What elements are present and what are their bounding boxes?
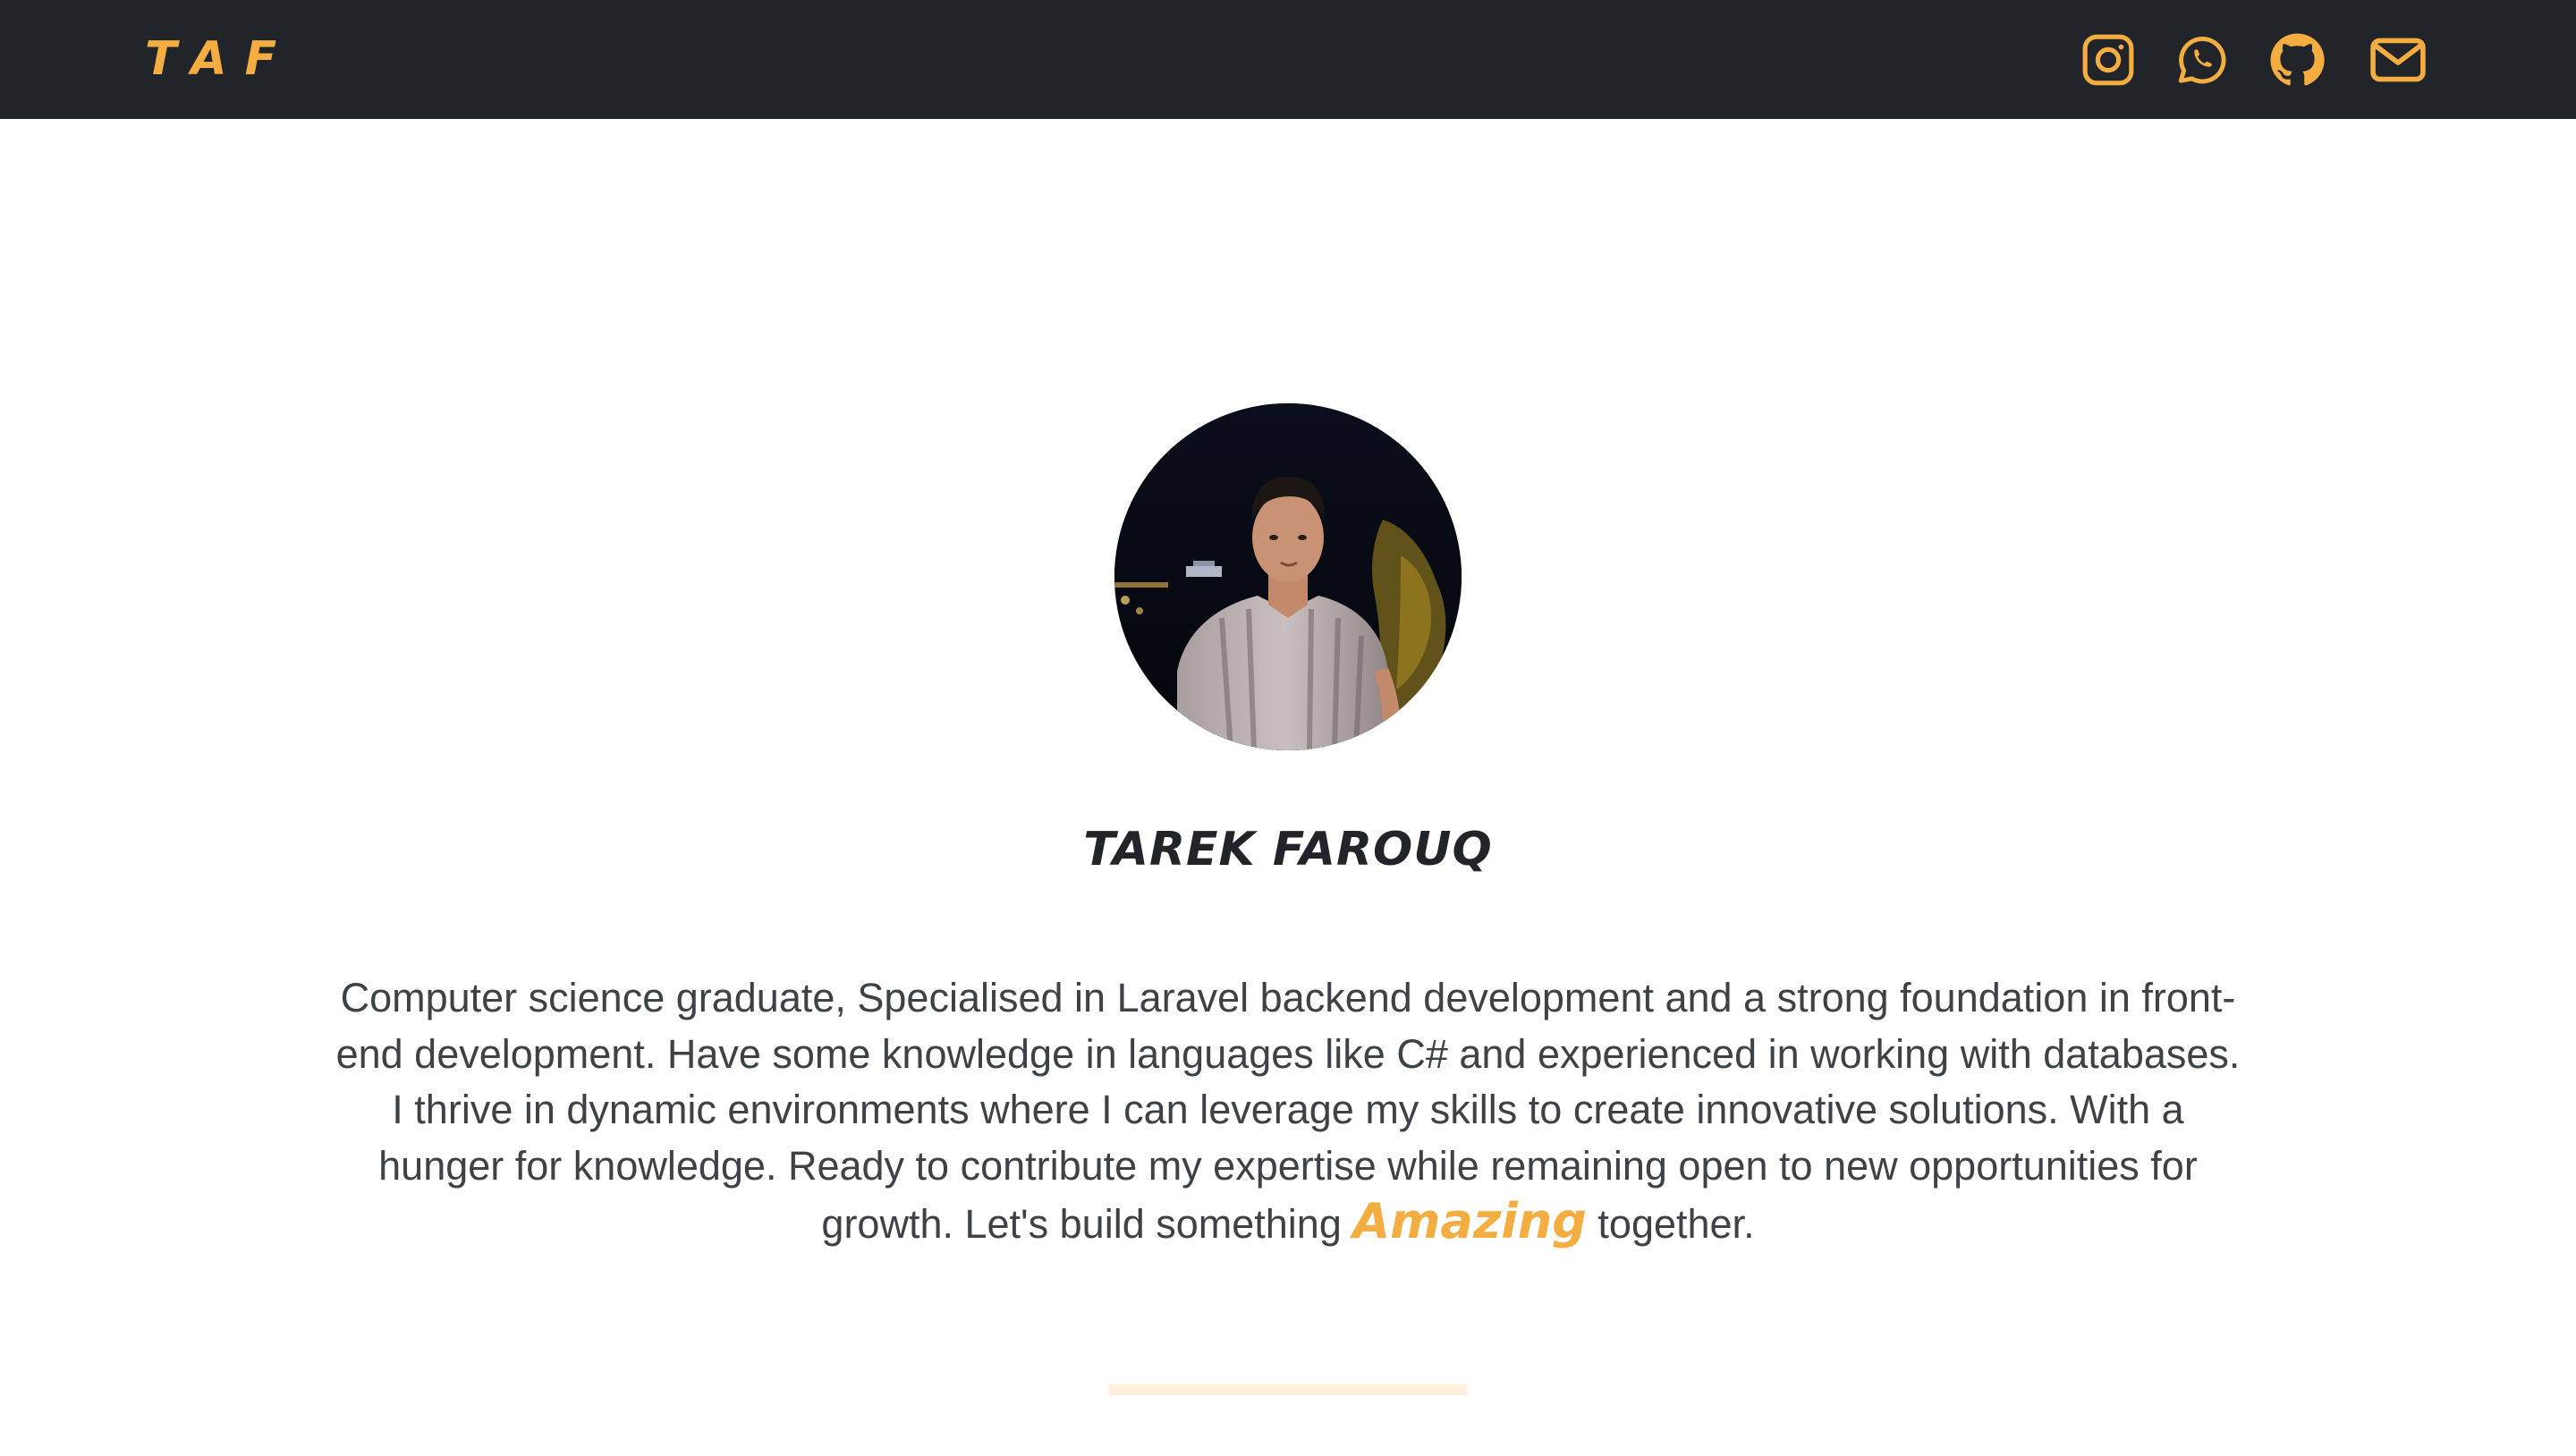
bio-text: Computer science graduate, Specialised i… <box>335 975 2241 1247</box>
social-links <box>0 0 2576 119</box>
profile-name: TAREK FAROUQ <box>1083 823 1493 876</box>
mail-icon[interactable] <box>2368 32 2428 88</box>
page: TAF TAREK FAROUQ Computer science gradua… <box>0 0 2576 1456</box>
whatsapp-icon[interactable] <box>2174 32 2229 88</box>
bio-closing: together. <box>1597 1201 1755 1247</box>
bio-highlight: Amazing <box>1352 1193 1587 1249</box>
profile-avatar <box>1114 403 1462 750</box>
instagram-icon[interactable] <box>2080 32 2136 88</box>
bio-paragraph: Computer science graduate, Specialised i… <box>331 970 2245 1253</box>
github-icon[interactable] <box>2269 32 2325 88</box>
section-divider <box>1109 1384 1467 1395</box>
profile-photo <box>1114 403 1462 750</box>
navbar: TAF <box>0 0 2576 119</box>
